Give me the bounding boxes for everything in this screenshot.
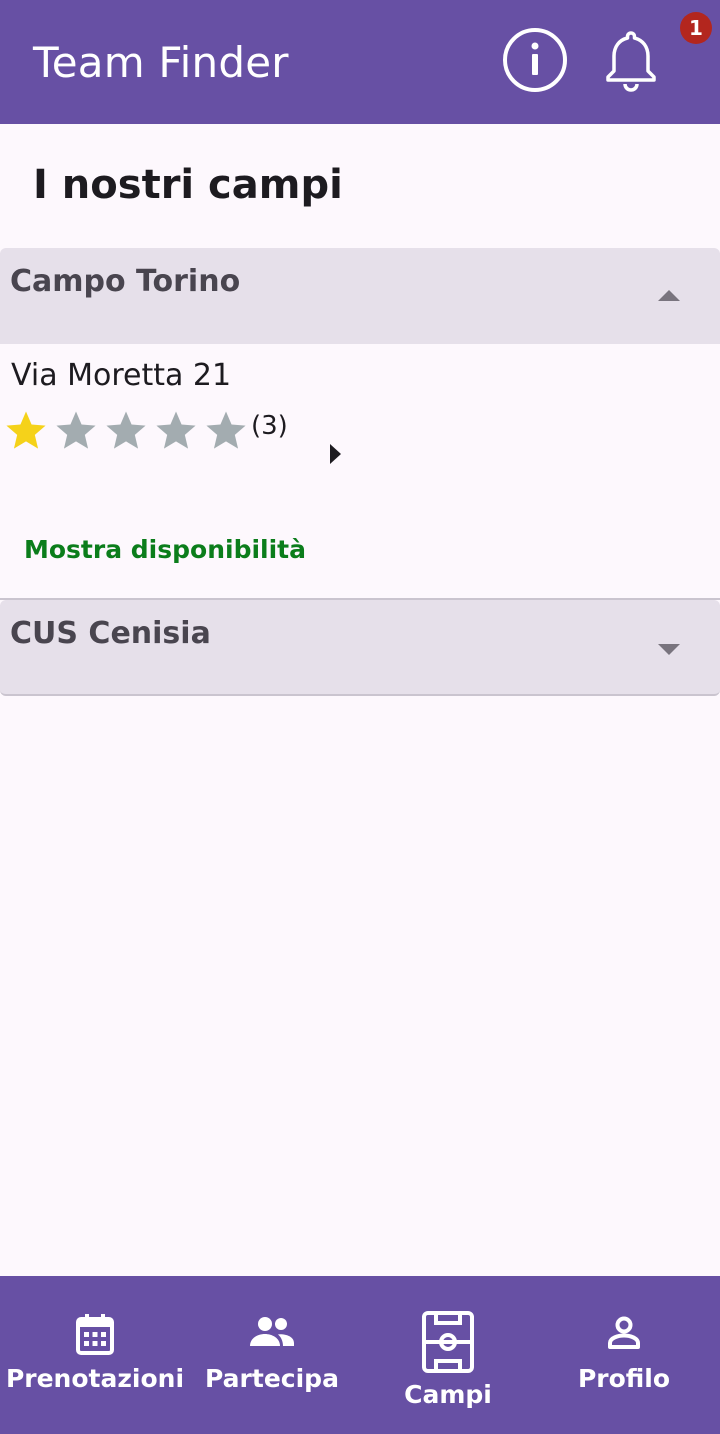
field-address: Via Moretta 21 bbox=[11, 358, 232, 393]
app-title: Team Finder bbox=[33, 38, 289, 87]
nav-item-campi[interactable]: Campi bbox=[358, 1276, 538, 1434]
person-icon bbox=[608, 1316, 640, 1349]
show-availability-button[interactable]: Mostra disponibilità bbox=[24, 535, 306, 564]
nav-label: Partecipa bbox=[205, 1364, 339, 1393]
nav-label: Campi bbox=[404, 1380, 492, 1409]
info-button[interactable] bbox=[502, 27, 568, 93]
nav-item-partecipa[interactable]: Partecipa bbox=[182, 1276, 362, 1434]
chevron-up-icon bbox=[658, 290, 680, 301]
chevron-down-icon bbox=[658, 644, 680, 655]
rating-count: (3) bbox=[251, 411, 288, 441]
top-app-bar: Team Finder 1 bbox=[0, 0, 720, 124]
calendar-icon bbox=[76, 1314, 114, 1355]
nav-label: Profilo bbox=[577, 1364, 671, 1393]
info-circle-icon bbox=[503, 28, 567, 92]
soccer-field-icon bbox=[422, 1311, 474, 1373]
field-name: Campo Torino bbox=[10, 264, 241, 299]
play-arrow-icon[interactable] bbox=[330, 444, 341, 464]
field-name: CUS Cenisia bbox=[10, 616, 211, 651]
notifications-button[interactable] bbox=[598, 27, 664, 93]
bell-icon bbox=[606, 31, 656, 92]
field-panel-header-cus-cenisia[interactable]: CUS Cenisia bbox=[0, 600, 720, 696]
star-empty-icon bbox=[103, 408, 149, 454]
page-title: I nostri campi bbox=[33, 162, 343, 208]
nav-item-profilo[interactable]: Profilo bbox=[534, 1276, 714, 1434]
nav-item-prenotazioni[interactable]: Prenotazioni bbox=[0, 1276, 190, 1434]
field-panel-header-campo-torino[interactable]: Campo Torino bbox=[0, 248, 720, 344]
star-rating: (3) bbox=[3, 408, 288, 454]
nav-label: Prenotazioni bbox=[5, 1364, 185, 1393]
bottom-navigation: Prenotazioni Partecipa Campi Profilo bbox=[0, 1276, 720, 1434]
group-icon bbox=[250, 1317, 294, 1346]
notification-badge: 1 bbox=[680, 12, 712, 44]
star-empty-icon bbox=[53, 408, 99, 454]
star-empty-icon bbox=[153, 408, 199, 454]
star-filled-icon bbox=[3, 408, 49, 454]
star-empty-icon bbox=[203, 408, 249, 454]
